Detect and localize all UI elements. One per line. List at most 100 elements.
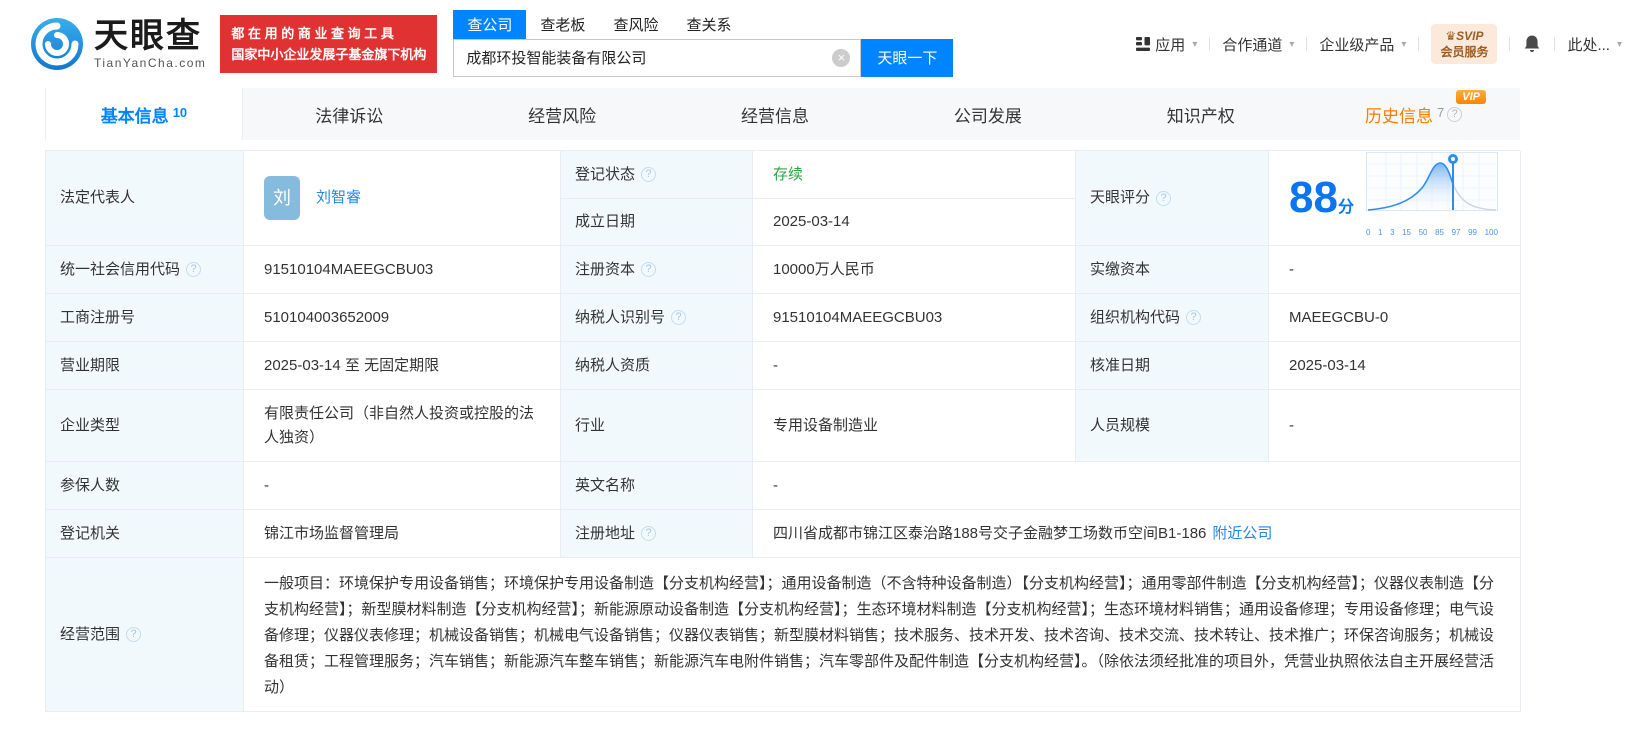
tab-operation-risk[interactable]: 经营风险 bbox=[456, 88, 669, 140]
help-icon[interactable]: ? bbox=[671, 310, 687, 325]
help-icon[interactable]: ? bbox=[641, 167, 657, 182]
brand-name: 天眼查 bbox=[94, 17, 202, 55]
field-industry-label: 行业 bbox=[561, 390, 753, 462]
field-approval-date-label: 核准日期 bbox=[1076, 342, 1269, 390]
field-insured-value: - bbox=[244, 462, 561, 510]
field-taxpayer-qual-value: - bbox=[753, 342, 1076, 390]
chevron-down-icon: ▾ bbox=[1616, 38, 1622, 50]
legal-rep-avatar[interactable]: 刘 bbox=[264, 176, 300, 220]
search-input[interactable] bbox=[456, 49, 833, 66]
menu-partner[interactable]: 合作通道 ▾ bbox=[1222, 34, 1294, 55]
menu-partner-label: 合作通道 bbox=[1222, 36, 1283, 54]
tab-company-development-label: 公司发展 bbox=[953, 106, 1022, 126]
field-uscc-value: 91510104MAEEGCBU03 bbox=[244, 246, 561, 294]
user-menu[interactable]: 此处... ▾ bbox=[1567, 34, 1622, 55]
search-tabs: 查公司 查老板 查风险 查关系 bbox=[453, 9, 953, 39]
field-address-label: 注册地址? bbox=[561, 510, 753, 558]
field-approval-date-value: 2025-03-14 bbox=[1269, 342, 1521, 390]
field-english-name-value: - bbox=[753, 462, 1521, 510]
help-icon[interactable]: ? bbox=[1186, 310, 1202, 325]
divider bbox=[1509, 37, 1511, 51]
tab-history-info-label: 历史信息 bbox=[1364, 106, 1433, 126]
help-icon[interactable]: ? bbox=[641, 526, 657, 541]
divider bbox=[1418, 37, 1420, 51]
field-est-date-label: 成立日期 bbox=[561, 199, 753, 246]
field-legal-rep-value: 刘 刘智睿 bbox=[244, 151, 561, 246]
field-industry-value: 专用设备制造业 bbox=[753, 390, 1076, 462]
tab-basic-info-count: 10 bbox=[172, 104, 188, 120]
svip-service-label: 会员服务 bbox=[1440, 45, 1489, 59]
search-tab-relation[interactable]: 查关系 bbox=[672, 14, 745, 39]
help-icon[interactable]: ? bbox=[1447, 106, 1463, 122]
search-tab-boss[interactable]: 查老板 bbox=[526, 14, 599, 39]
tab-company-development[interactable]: 公司发展 bbox=[881, 88, 1094, 140]
tab-basic-info[interactable]: 基本信息 10 bbox=[45, 88, 243, 140]
bell-icon bbox=[1525, 35, 1540, 52]
tab-operation-risk-label: 经营风险 bbox=[528, 106, 597, 126]
field-staff-size-value: - bbox=[1269, 390, 1521, 462]
search-block: 查公司 查老板 查风险 查关系 × 天眼一下 bbox=[453, 9, 954, 77]
tab-legal-label: 法律诉讼 bbox=[315, 106, 384, 126]
field-term-value: 2025-03-14 至 无固定期限 bbox=[244, 342, 561, 390]
field-reg-capital-label: 注册资本? bbox=[561, 246, 753, 294]
tab-intellectual-property[interactable]: 知识产权 bbox=[1094, 88, 1307, 140]
slogan-banner: 都 在 用 的 商 业 查 询 工 具 国家中小企业发展子基金旗下机构 bbox=[220, 15, 438, 73]
svip-member-badge[interactable]: ♛SVIP 会员服务 bbox=[1431, 24, 1498, 64]
field-reg-status-label: 登记状态? bbox=[561, 151, 753, 199]
field-reg-no-value: 510104003652009 bbox=[244, 294, 561, 342]
field-paid-capital-label: 实缴资本 bbox=[1076, 246, 1269, 294]
field-company-type-label: 企业类型 bbox=[46, 390, 244, 462]
field-staff-size-label: 人员规模 bbox=[1076, 390, 1269, 462]
search-tab-company[interactable]: 查公司 bbox=[453, 9, 527, 39]
tianyancha-logo-icon bbox=[31, 18, 83, 70]
company-info-table: 法定代表人 刘 刘智睿 登记状态? 存续 成立日期 2025-03-14 天眼评… bbox=[45, 150, 1521, 712]
nearby-companies-link[interactable]: 附近公司 bbox=[1212, 522, 1272, 546]
notification-bell-button[interactable] bbox=[1522, 34, 1542, 54]
help-icon[interactable]: ? bbox=[1156, 190, 1172, 206]
tab-history-info[interactable]: VIP 历史信息 7 ? bbox=[1307, 88, 1520, 140]
menu-apps-label: 应用 bbox=[1155, 36, 1186, 54]
clear-icon[interactable]: × bbox=[832, 48, 851, 67]
tab-intellectual-property-label: 知识产权 bbox=[1166, 106, 1235, 126]
field-taxpayer-id-value: 91510104MAEEGCBU03 bbox=[753, 294, 1076, 342]
divider bbox=[1306, 37, 1308, 51]
menu-enterprise-label: 企业级产品 bbox=[1319, 36, 1395, 54]
field-score-label: 天眼评分? bbox=[1076, 151, 1269, 246]
score-chart-ticks: 01 3 15 50 85 97 99 100 bbox=[1365, 227, 1498, 237]
score-cell: 88分 0 1 3 15 50 85 97 99 100 bbox=[1269, 151, 1521, 246]
menu-apps[interactable]: 应用 ▾ bbox=[1136, 34, 1197, 55]
field-taxpayer-qual-label: 纳税人资质 bbox=[561, 342, 753, 390]
field-reg-no-label: 工商注册号 bbox=[46, 294, 244, 342]
field-address-value: 四川省成都市锦江区泰治路188号交子金融梦工场数币空间B1-186 附近公司 bbox=[753, 510, 1521, 558]
menu-enterprise[interactable]: 企业级产品 ▾ bbox=[1319, 34, 1406, 55]
section-nav: 基本信息 10 法律诉讼 经营风险 经营信息 公司发展 知识产权 VIP 历史信… bbox=[45, 88, 1520, 140]
field-company-type-value: 有限责任公司（非自然人投资或控股的法人独资） bbox=[244, 390, 561, 462]
divider bbox=[1554, 37, 1556, 51]
field-taxpayer-id-label: 纳税人识别号? bbox=[561, 294, 753, 342]
search-tab-risk[interactable]: 查风险 bbox=[599, 14, 672, 39]
search-button[interactable]: 天眼一下 bbox=[861, 38, 954, 77]
apps-grid-icon bbox=[1136, 37, 1151, 51]
help-icon[interactable]: ? bbox=[126, 627, 142, 642]
tab-legal[interactable]: 法律诉讼 bbox=[243, 88, 456, 140]
help-icon[interactable]: ? bbox=[641, 262, 657, 277]
field-english-name-label: 英文名称 bbox=[561, 462, 753, 510]
vip-badge: VIP bbox=[1456, 90, 1487, 104]
field-org-code-label: 组织机构代码? bbox=[1076, 294, 1269, 342]
chevron-down-icon: ▾ bbox=[1289, 38, 1295, 50]
help-icon[interactable]: ? bbox=[186, 262, 202, 277]
user-name: 此处... bbox=[1567, 36, 1610, 54]
tab-operation-info-label: 经营信息 bbox=[741, 106, 809, 126]
legal-rep-link[interactable]: 刘智睿 bbox=[316, 186, 361, 210]
field-term-label: 营业期限 bbox=[46, 342, 244, 390]
score-value: 88分 bbox=[1289, 173, 1354, 222]
tianyancha-logo[interactable]: 天眼查 TianYanCha.com bbox=[30, 17, 206, 71]
chevron-down-icon: ▾ bbox=[1192, 38, 1198, 50]
brand-domain: TianYanCha.com bbox=[94, 56, 207, 70]
tab-operation-info[interactable]: 经营信息 bbox=[669, 88, 882, 140]
field-registry-value: 锦江市场监督管理局 bbox=[244, 510, 561, 558]
field-org-code-value: MAEEGCBU-0 bbox=[1269, 294, 1521, 342]
field-scope-label: 经营范围? bbox=[46, 558, 244, 712]
crown-icon: ♛ bbox=[1445, 29, 1457, 43]
header: 天眼查 TianYanCha.com 都 在 用 的 商 业 查 询 工 具 国… bbox=[0, 0, 1648, 88]
